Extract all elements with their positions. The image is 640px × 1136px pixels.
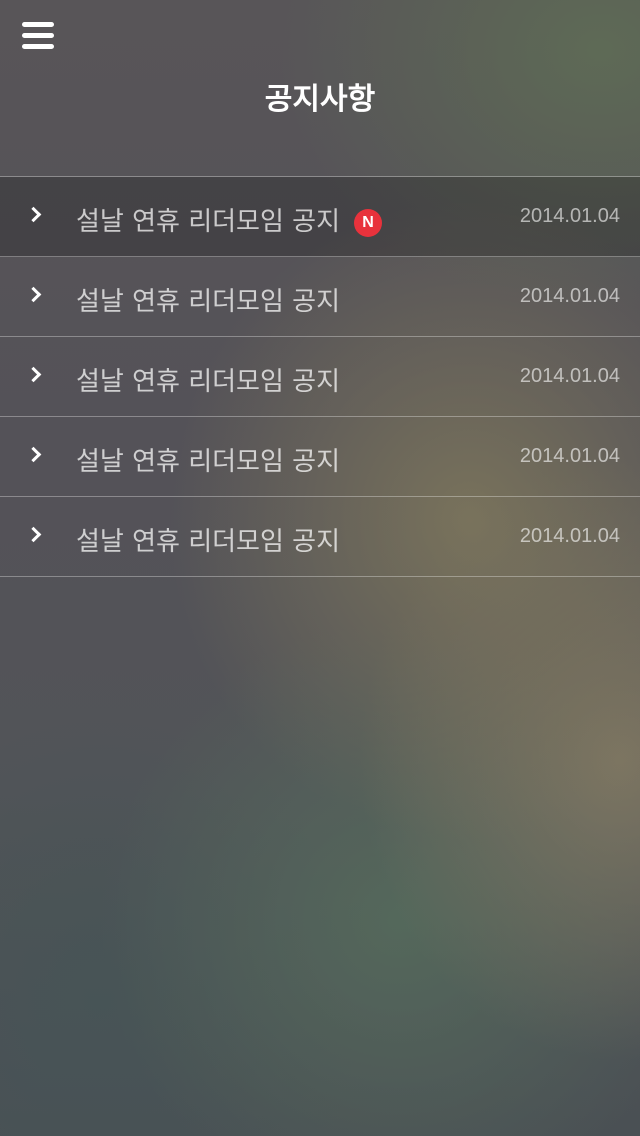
notice-date: 2014.01.04: [519, 205, 620, 227]
notice-item[interactable]: 설날 연휴 리더모임 공지 2014.01.04: [0, 257, 640, 337]
notice-date: 2014.01.04: [519, 525, 620, 547]
notice-date: 2014.01.04: [519, 445, 620, 467]
notice-title: 설날 연휴 리더모임 공지: [76, 447, 340, 477]
notice-list: 설날 연휴 리더모임 공지 N 2014.01.04 설날 연휴 리더모임 공지 …: [0, 176, 640, 577]
notice-title: 설날 연휴 리더모임 공지: [76, 207, 340, 237]
notice-date: 2014.01.04: [519, 285, 620, 307]
chevron-right-icon: [25, 445, 50, 467]
notice-title: 설날 연휴 리더모임 공지: [76, 367, 340, 397]
notice-item[interactable]: 설날 연휴 리더모임 공지 2014.01.04: [0, 337, 640, 417]
notice-title: 설날 연휴 리더모임 공지: [76, 527, 340, 557]
new-badge: N: [354, 209, 382, 237]
notice-item[interactable]: 설날 연휴 리더모임 공지 2014.01.04: [0, 497, 640, 577]
chevron-right-icon: [25, 365, 50, 387]
page-title: 공지사항: [264, 82, 376, 117]
notice-title: 설날 연휴 리더모임 공지: [76, 287, 340, 317]
hamburger-menu-icon[interactable]: [22, 22, 54, 50]
chevron-right-icon: [25, 285, 50, 307]
notice-item[interactable]: 설날 연휴 리더모임 공지 2014.01.04: [0, 417, 640, 497]
notice-item[interactable]: 설날 연휴 리더모임 공지 N 2014.01.04: [0, 177, 640, 257]
chevron-right-icon: [25, 205, 50, 227]
notice-date: 2014.01.04: [519, 365, 620, 387]
chevron-right-icon: [25, 525, 50, 547]
